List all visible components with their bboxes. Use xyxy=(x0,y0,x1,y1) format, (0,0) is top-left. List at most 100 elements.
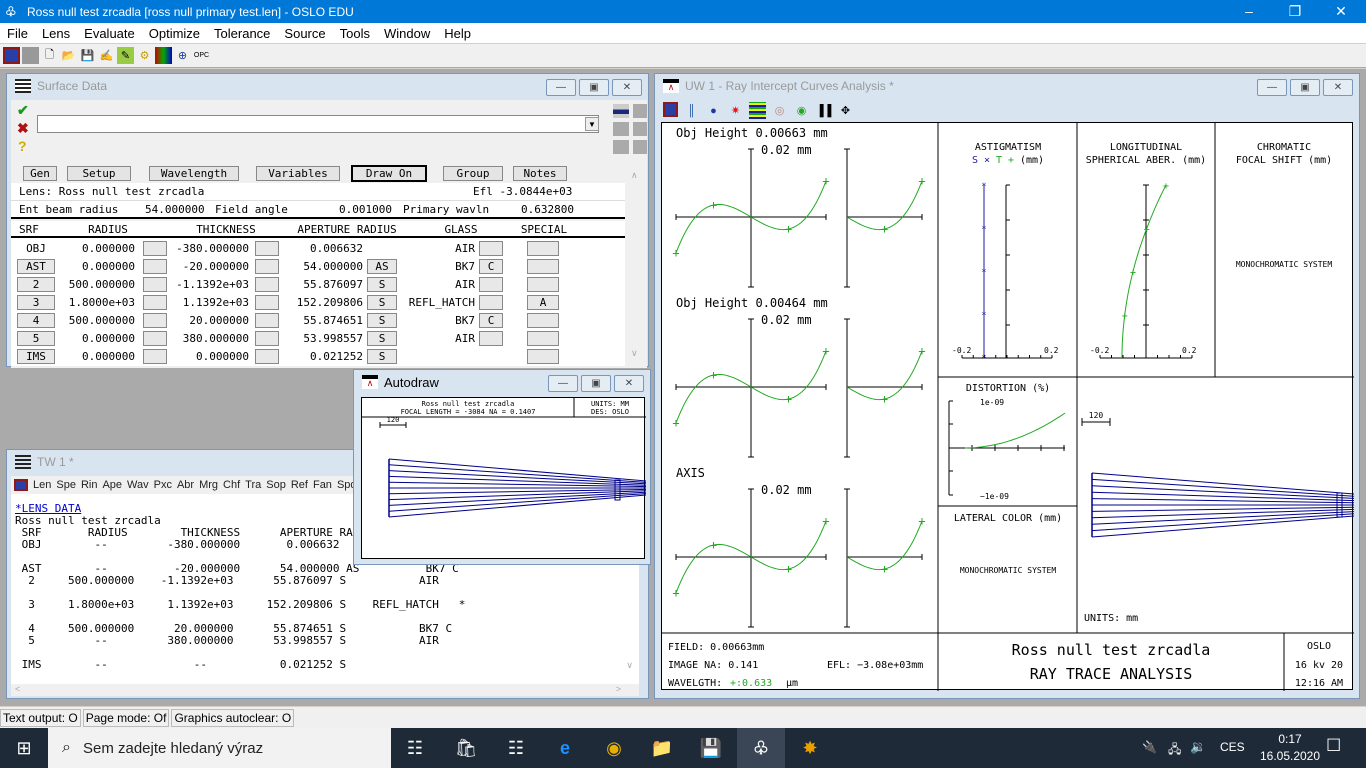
status-text-output[interactable]: Text output: O xyxy=(0,708,81,727)
calculator-icon[interactable]: ☷ xyxy=(492,728,540,768)
glass-flag-button[interactable]: C xyxy=(479,313,503,328)
special-button[interactable] xyxy=(527,241,559,256)
notes-button[interactable]: Notes xyxy=(513,166,567,181)
status-page-mode[interactable]: Page mode: Of xyxy=(82,708,170,727)
srf-cell[interactable]: AST xyxy=(17,259,55,274)
tw-tab-sop[interactable]: Sop xyxy=(266,479,286,491)
clock-time[interactable]: 0:17 xyxy=(1255,732,1325,746)
special-button[interactable] xyxy=(527,331,559,346)
close-button[interactable]: ✕ xyxy=(612,79,642,96)
edge-icon[interactable]: e xyxy=(541,728,589,768)
rays-icon[interactable]: ✷ xyxy=(727,102,744,119)
blank-icon[interactable] xyxy=(22,47,39,64)
thickness-cell[interactable]: 380.000000 xyxy=(171,330,249,347)
aperture-flag-button[interactable]: AS xyxy=(367,259,397,274)
glass-flag-button[interactable]: C xyxy=(479,259,503,274)
group-button[interactable]: Group xyxy=(443,166,503,181)
psf-icon[interactable]: ◎ xyxy=(771,102,788,119)
thickness-solve-button[interactable] xyxy=(255,277,279,292)
save-icon[interactable]: 💾 xyxy=(79,47,96,64)
store-icon[interactable]: 🛍 xyxy=(442,728,490,768)
radius-solve-button[interactable] xyxy=(143,277,167,292)
special-button[interactable] xyxy=(527,349,559,364)
tw-tab-abr[interactable]: Abr xyxy=(177,479,194,491)
thickness-solve-button[interactable] xyxy=(255,349,279,364)
aperture-flag-button[interactable]: S xyxy=(367,349,397,364)
glass-flag-button[interactable] xyxy=(479,277,503,292)
glass-cell[interactable]: AIR xyxy=(399,276,475,293)
minimize-button[interactable]: — xyxy=(548,375,578,392)
lens-icon[interactable]: ║ xyxy=(683,102,700,119)
radius-solve-button[interactable] xyxy=(143,259,167,274)
radius-solve-button[interactable] xyxy=(143,313,167,328)
radius-solve-button[interactable] xyxy=(143,241,167,256)
radius-cell[interactable]: 0.000000 xyxy=(59,330,135,347)
menu-optimize[interactable]: Optimize xyxy=(142,26,207,41)
mtf-icon[interactable]: ◉ xyxy=(793,102,810,119)
network-icon[interactable]: 🖧 xyxy=(1168,740,1181,761)
maximize-button[interactable]: ▣ xyxy=(581,375,611,392)
scroll-down-arrow[interactable]: ∨ xyxy=(626,660,633,671)
opc-icon[interactable]: OPC xyxy=(193,47,210,64)
special-button[interactable] xyxy=(527,313,559,328)
ent-beam-value[interactable]: 54.000000 xyxy=(145,201,205,219)
special-button[interactable] xyxy=(527,259,559,274)
clock-date[interactable]: 16.05.2020 xyxy=(1255,749,1325,763)
horizontal-scrollbar[interactable]: < > xyxy=(11,684,639,696)
menu-help[interactable]: Help xyxy=(437,26,478,41)
move-icon[interactable]: ✥ xyxy=(837,102,854,119)
radius-solve-button[interactable] xyxy=(143,295,167,310)
tw-tab-spe[interactable]: Spe xyxy=(56,479,76,491)
colors-icon[interactable] xyxy=(155,47,172,64)
cancel-icon[interactable]: ✖ xyxy=(17,120,29,137)
spreadsheet-icon[interactable] xyxy=(14,479,28,491)
tw-tab-tra[interactable]: Tra xyxy=(245,479,261,491)
thickness-solve-button[interactable] xyxy=(255,313,279,328)
thickness-cell[interactable]: -20.000000 xyxy=(171,258,249,275)
notepad-icon[interactable]: ✎ xyxy=(117,47,134,64)
thickness-solve-button[interactable] xyxy=(255,241,279,256)
glass-cell[interactable]: BK7 xyxy=(399,312,475,329)
special-button[interactable] xyxy=(527,277,559,292)
srf-cell[interactable]: 4 xyxy=(17,313,55,328)
status-graphics-autoclear[interactable]: Graphics autoclear: O xyxy=(171,708,295,727)
maximize-button[interactable]: ▣ xyxy=(579,79,609,96)
language-indicator[interactable]: CES xyxy=(1220,740,1245,754)
aperture-flag-button[interactable]: S xyxy=(367,295,397,310)
tw-tab-mrg[interactable]: Mrg xyxy=(199,479,218,491)
insert-row-icon[interactable] xyxy=(613,104,629,118)
srf-cell[interactable]: 2 xyxy=(17,277,55,292)
volume-icon[interactable]: 🔉 xyxy=(1190,739,1206,755)
keyboard-icon[interactable] xyxy=(613,140,629,154)
open-icon[interactable]: 📂 xyxy=(60,47,77,64)
radius-solve-button[interactable] xyxy=(143,331,167,346)
aperture-flag-button[interactable]: S xyxy=(367,313,397,328)
gears-icon[interactable]: ⚙ xyxy=(136,47,153,64)
windows-start-icon[interactable]: ⊞ xyxy=(0,728,48,768)
radius-cell[interactable]: 0.000000 xyxy=(59,348,135,365)
thickness-cell[interactable]: -1.1392e+03 xyxy=(171,276,249,293)
draw-on-button[interactable]: Draw On xyxy=(351,165,427,182)
srf-cell[interactable]: 5 xyxy=(17,331,55,346)
srf-cell[interactable]: IMS xyxy=(17,349,55,364)
tw-tab-pxc[interactable]: Pxc xyxy=(154,479,172,491)
spreadsheet-icon[interactable] xyxy=(663,102,678,117)
command-input[interactable] xyxy=(37,115,599,133)
tw-tab-rin[interactable]: Rin xyxy=(81,479,98,491)
new-icon[interactable]: 🗋 xyxy=(41,47,58,64)
edit-icon[interactable]: ✍ xyxy=(98,47,115,64)
thickness-cell[interactable]: -380.000000 xyxy=(171,240,249,257)
tw-tab-ape[interactable]: Ape xyxy=(102,479,122,491)
glass-flag-button[interactable] xyxy=(479,295,503,310)
menu-evaluate[interactable]: Evaluate xyxy=(77,26,142,41)
menu-file[interactable]: File xyxy=(0,26,35,41)
field-angle-value[interactable]: 0.001000 xyxy=(339,201,392,219)
maximize-button[interactable]: ❐ xyxy=(1272,0,1318,23)
glass-cell[interactable] xyxy=(399,348,475,365)
menu-tolerance[interactable]: Tolerance xyxy=(207,26,277,41)
wavelength-button[interactable]: Wavelength xyxy=(149,166,239,181)
paste-icon[interactable] xyxy=(633,140,647,154)
tw-tab-ref[interactable]: Ref xyxy=(291,479,308,491)
variables-button[interactable]: Variables xyxy=(256,166,340,181)
scroll-down-arrow[interactable]: ∨ xyxy=(631,348,638,359)
